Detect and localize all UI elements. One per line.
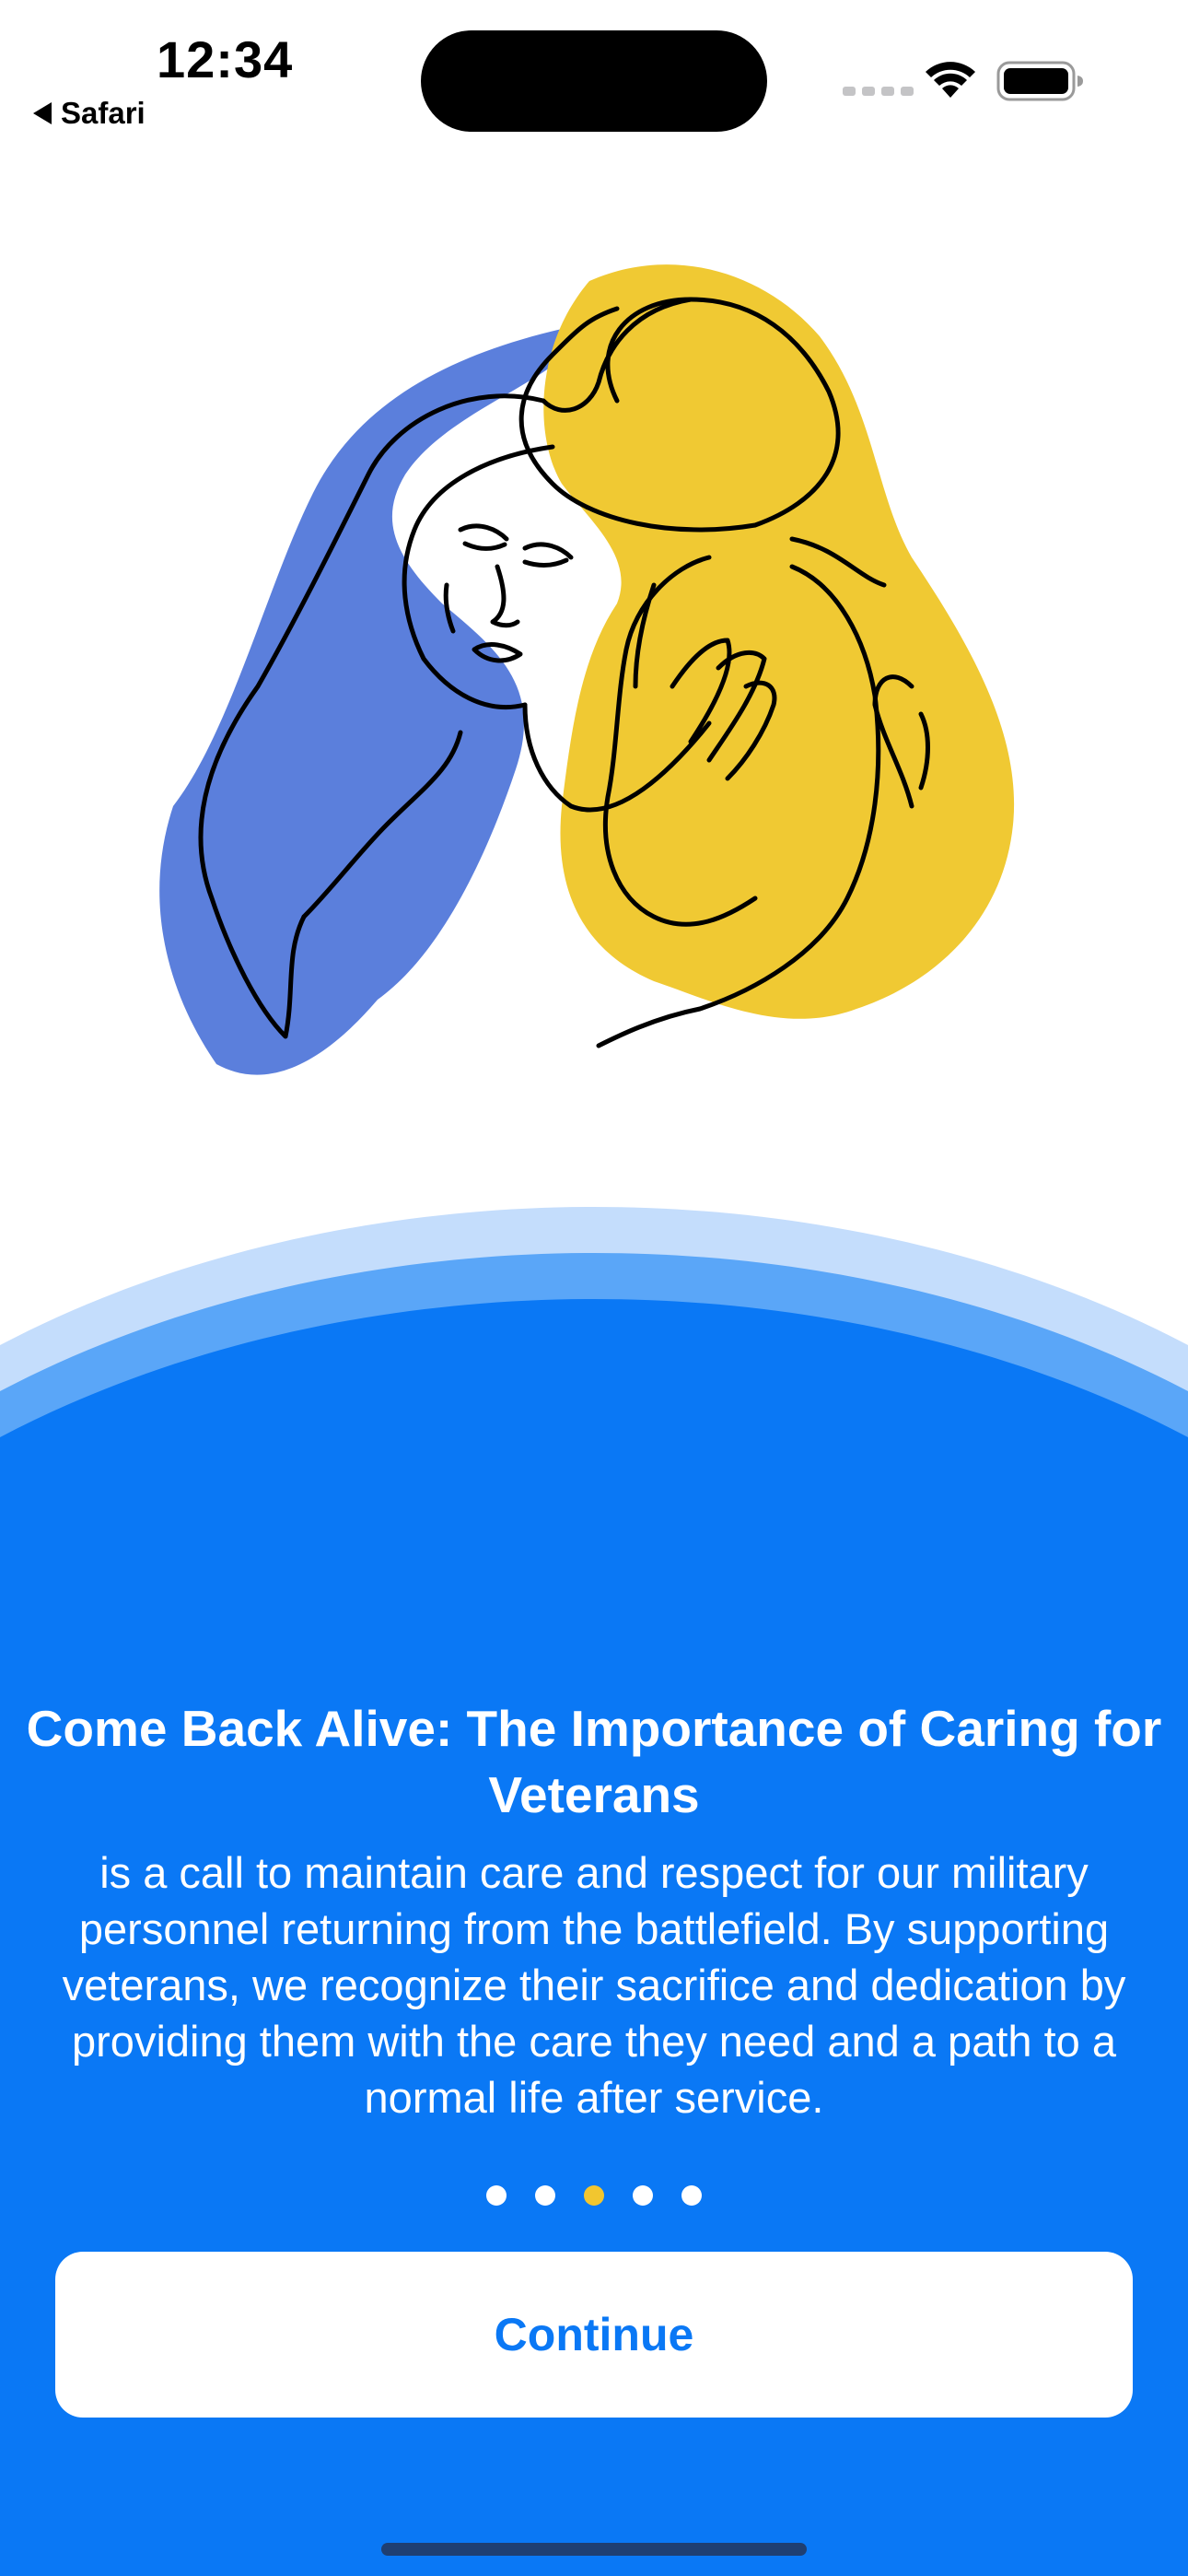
illustration-yellow-shape [543,264,1015,1019]
back-app-label: Safari [61,96,146,130]
back-to-safari-link[interactable]: Safari [33,96,146,131]
embrace-illustration [159,264,1015,1075]
page-dot-2[interactable] [535,2185,555,2206]
page-dot-1[interactable] [486,2185,507,2206]
battery-icon [996,61,1083,101]
wifi-icon [926,62,975,98]
onboarding-content: Come Back Alive: The Importance of Carin… [0,1695,1188,2125]
continue-button[interactable]: Continue [55,2252,1133,2418]
page-dot-4[interactable] [633,2185,653,2206]
page-dot-3-active[interactable] [584,2185,604,2206]
illustration-blue-shape [159,325,584,1075]
signal-icon [843,87,914,96]
page-indicator [0,2185,1188,2206]
home-indicator[interactable] [381,2543,807,2556]
dynamic-island [421,30,767,132]
status-bar: 12:34 Safari [0,0,1188,147]
onboarding-title: Come Back Alive: The Importance of Carin… [26,1700,1162,1823]
back-arrow-icon [33,102,52,124]
status-time: 12:34 [157,30,294,88]
onboarding-description: is a call to maintain care and respect f… [62,1848,1126,2122]
page-dot-5[interactable] [681,2185,702,2206]
